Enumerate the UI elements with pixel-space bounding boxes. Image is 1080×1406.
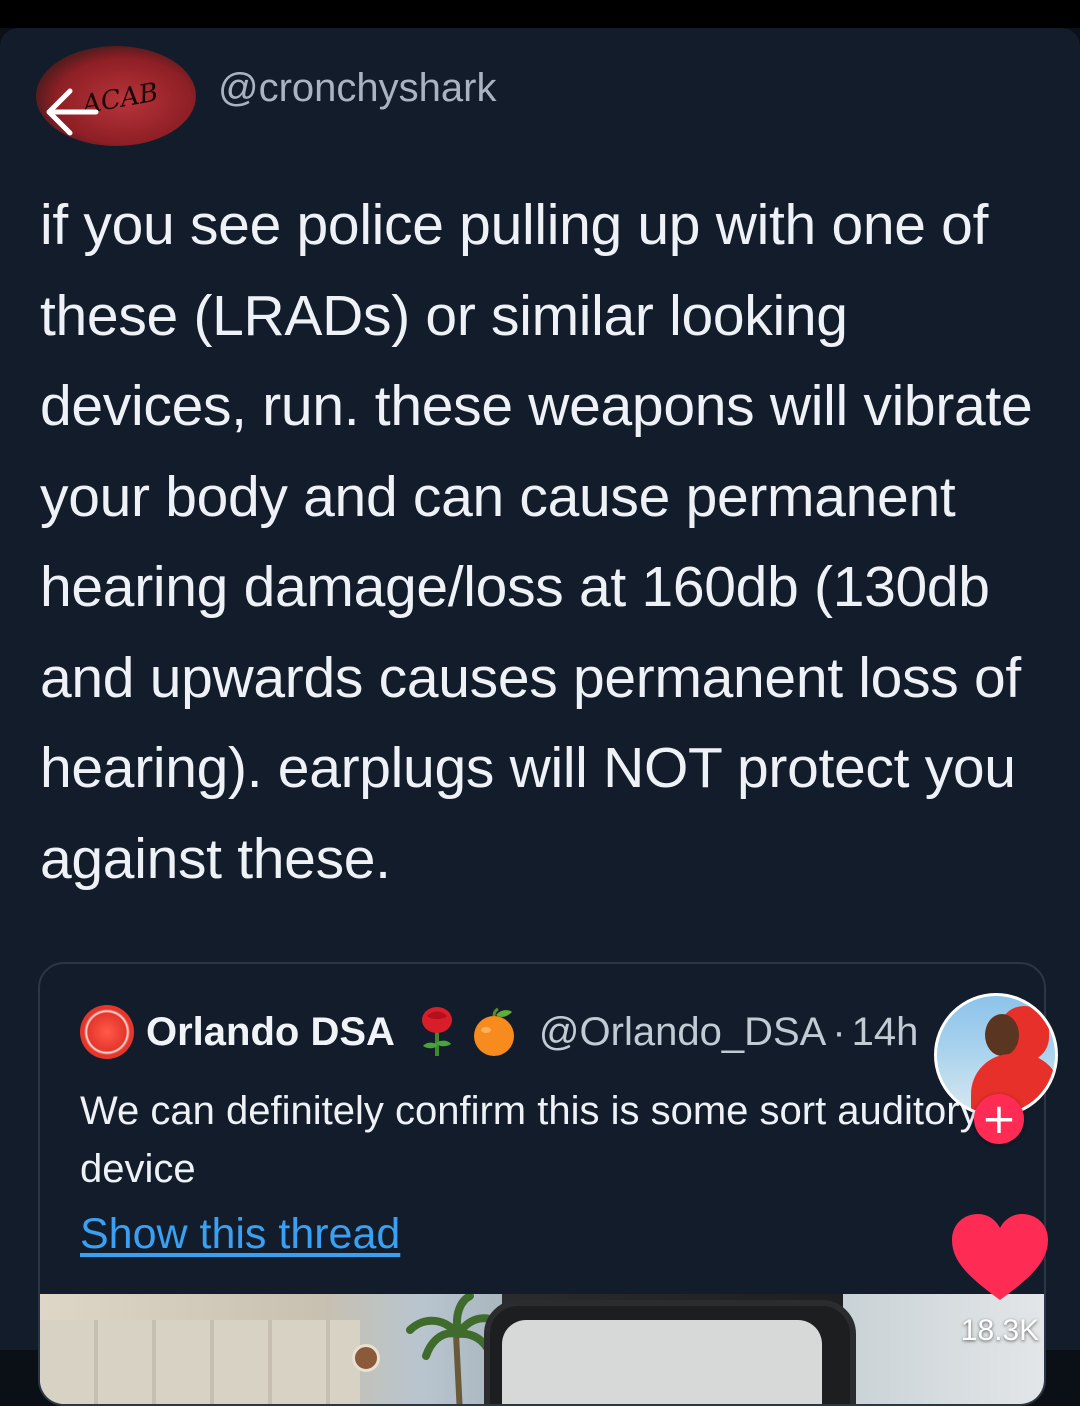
- screen: ACAB @cronchyshark if you see police pul…: [0, 28, 1080, 1406]
- author-handle[interactable]: @cronchyshark: [218, 66, 496, 111]
- quoted-author-handle[interactable]: @Orlando_DSA: [539, 1010, 826, 1055]
- meta-separator: ·: [832, 1009, 846, 1054]
- quoted-tweet-media[interactable]: [40, 1294, 1044, 1404]
- rose-emoji-icon: [421, 1007, 452, 1056]
- like-count: 18.3K: [960, 1314, 1040, 1347]
- media-building: [40, 1320, 360, 1404]
- creator-face: [985, 1014, 1019, 1056]
- quoted-tweet-time: 14h: [851, 1009, 919, 1054]
- status-bar: [0, 0, 1080, 28]
- heart-icon[interactable]: [950, 1212, 1050, 1304]
- follow-button[interactable]: +: [974, 1094, 1024, 1144]
- quoted-author-name[interactable]: Orlando DSA: [146, 1010, 395, 1055]
- back-button[interactable]: [40, 80, 104, 144]
- media-device-face: [502, 1320, 822, 1404]
- quoted-tweet-card[interactable]: Orlando DSA @Orlando_DSA · 14h We can de…: [38, 962, 1046, 1406]
- tweet-body: if you see police pulling up with one of…: [40, 193, 1033, 891]
- quoted-tweet-header: Orlando DSA @Orlando_DSA · 14h: [80, 1004, 918, 1060]
- media-lamp: [352, 1344, 380, 1372]
- quoted-tweet-text: We can definitely confirm this is some s…: [80, 1089, 980, 1191]
- back-arrow-icon: [46, 88, 99, 136]
- show-thread-link[interactable]: Show this thread: [80, 1210, 400, 1259]
- orange-emoji-icon: [473, 1007, 514, 1056]
- quoted-author-avatar[interactable]: [80, 1005, 134, 1059]
